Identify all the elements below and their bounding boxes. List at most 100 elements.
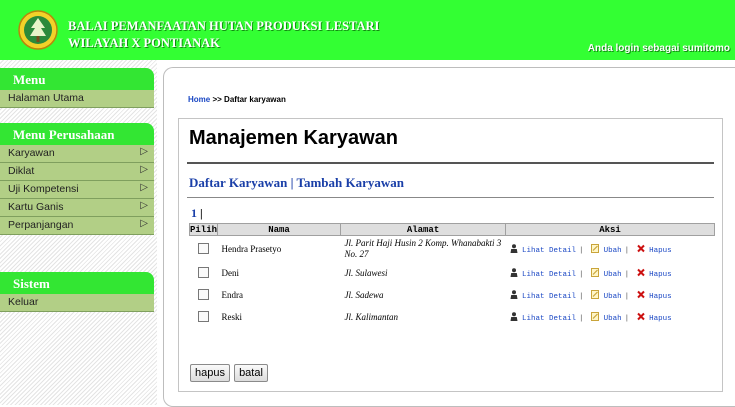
action-separator: | xyxy=(624,246,630,255)
sidebar-item-label: Halaman Utama xyxy=(8,92,84,104)
hapus-link[interactable]: Hapus xyxy=(649,247,672,255)
sidebar-item-karyawan[interactable]: Karyawan ▷ xyxy=(0,145,154,163)
delete-icon xyxy=(636,268,645,276)
sidebar-item-perpanjangan[interactable]: Perpanjangan ▷ xyxy=(0,217,154,235)
sidebar-section-menu: Menu xyxy=(0,68,154,90)
sidebar-item-keluar[interactable]: Keluar xyxy=(0,294,154,312)
sidebar-section-title: Sistem xyxy=(13,276,50,291)
column-header-nama: Nama xyxy=(217,223,342,236)
sidebar-section-sistem: Sistem xyxy=(0,272,154,294)
sidebar-item-label: Keluar xyxy=(8,296,39,308)
forest-logo-icon xyxy=(18,10,58,50)
employee-table: Pilih Nama Alamat Aksi Hendra Prasetyo J… xyxy=(188,223,715,328)
user-icon xyxy=(510,267,518,277)
daftar-karyawan-link[interactable]: Daftar Karyawan xyxy=(189,175,287,190)
row-checkbox[interactable] xyxy=(198,310,209,322)
lihat-detail-link[interactable]: Lihat Detail xyxy=(522,247,576,255)
action-separator: | xyxy=(624,292,630,301)
sidebar-item-kartu-ganis[interactable]: Kartu Ganis ▷ xyxy=(0,199,154,217)
action-separator: | xyxy=(624,270,630,279)
hapus-link[interactable]: Hapus xyxy=(649,293,672,301)
table-row: Hendra Prasetyo Jl. Parit Haji Husin 2 K… xyxy=(190,236,715,263)
org-name-line1: BALAI PEMANFAATAN HUTAN PRODUKSI LESTARI xyxy=(68,19,380,33)
row-checkbox[interactable] xyxy=(198,288,209,300)
action-separator: | xyxy=(624,314,630,323)
chevron-right-icon: ▷ xyxy=(140,146,148,157)
ubah-link[interactable]: Ubah xyxy=(604,247,622,255)
edit-icon xyxy=(591,311,600,321)
user-icon xyxy=(510,289,518,299)
edit-icon xyxy=(591,289,600,299)
org-name-line2: WILAYAH X PONTIANAK xyxy=(68,36,220,50)
cell-nama: Deni xyxy=(221,268,240,278)
chevron-right-icon: ▷ xyxy=(140,182,148,193)
table-row: Deni Jl. Sulawesi Lihat Detail | Ubah | Ha… xyxy=(190,262,715,284)
pagination: 1 | xyxy=(191,206,203,221)
chevron-right-icon: ▷ xyxy=(140,164,148,175)
tambah-karyawan-link[interactable]: Tambah Karyawan xyxy=(296,175,404,190)
cell-aksi: Lihat Detail | Ubah | Hapus xyxy=(506,306,715,328)
hapus-link[interactable]: Hapus xyxy=(649,271,672,279)
breadcrumb: Home >> Daftar karyawan xyxy=(188,95,286,104)
cell-alamat: Jl. Parit Haji Husin 2 Komp. Whanabakti … xyxy=(344,238,502,259)
delete-icon xyxy=(636,312,645,320)
table-header-row: Pilih Nama Alamat Aksi xyxy=(188,223,715,236)
sub-navigation: Daftar Karyawan | Tambah Karyawan xyxy=(189,175,404,191)
cell-alamat: Jl. Sadewa xyxy=(344,289,384,300)
ubah-link[interactable]: Ubah xyxy=(604,293,622,301)
sidebar-section-title: Menu Perusahaan xyxy=(13,127,115,142)
chevron-right-icon: ▷ xyxy=(140,218,148,229)
breadcrumb-separator: >> xyxy=(212,95,222,104)
sidebar: Menu Halaman Utama Menu Perusahaan Karya… xyxy=(0,60,157,405)
edit-icon xyxy=(591,267,600,277)
sidebar-item-label: Perpanjangan xyxy=(8,219,74,231)
action-separator: | xyxy=(579,246,584,255)
user-icon xyxy=(510,243,518,253)
page-link-1[interactable]: 1 xyxy=(191,206,197,220)
hapus-button[interactable]: hapus xyxy=(190,364,230,382)
edit-icon xyxy=(591,243,600,253)
row-checkbox[interactable] xyxy=(198,266,209,278)
lihat-detail-link[interactable]: Lihat Detail xyxy=(522,271,576,279)
subnav-divider xyxy=(187,197,714,198)
ubah-link[interactable]: Ubah xyxy=(604,315,622,323)
action-separator: | xyxy=(579,270,584,279)
breadcrumb-home-link[interactable]: Home xyxy=(188,95,210,104)
cell-alamat: Jl. Sulawesi xyxy=(344,267,388,278)
ubah-link[interactable]: Ubah xyxy=(604,271,622,279)
sidebar-item-halaman-utama[interactable]: Halaman Utama xyxy=(0,90,154,108)
title-divider xyxy=(187,162,714,164)
column-header-alamat: Alamat xyxy=(340,223,507,236)
table-row: Reski Jl. Kalimantan Lihat Detail | Ubah |… xyxy=(190,306,715,328)
hapus-link[interactable]: Hapus xyxy=(649,315,672,323)
login-status: Anda login sebagai sumitomo xyxy=(587,43,730,54)
table-row: Endra Jl. Sadewa Lihat Detail | Ubah | Hap… xyxy=(190,284,715,306)
action-separator: | xyxy=(579,314,584,323)
main-content: Home >> Daftar karyawan Manajemen Karyaw… xyxy=(163,67,735,407)
breadcrumb-current: Daftar karyawan xyxy=(224,95,286,104)
page-title: Manajemen Karyawan xyxy=(189,127,398,149)
sidebar-item-diklat[interactable]: Diklat ▷ xyxy=(0,163,154,181)
sidebar-item-uji-kompetensi[interactable]: Uji Kompetensi ▷ xyxy=(0,181,154,199)
employee-panel: Manajemen Karyawan Daftar Karyawan | Tam… xyxy=(178,118,723,392)
sidebar-item-label: Diklat xyxy=(8,165,35,177)
column-header-pilih: Pilih xyxy=(188,223,219,236)
cell-alamat: Jl. Kalimantan xyxy=(344,311,399,322)
action-separator: | xyxy=(579,292,584,301)
subnav-separator: | xyxy=(290,175,294,190)
lihat-detail-link[interactable]: Lihat Detail xyxy=(522,293,576,301)
cell-aksi: Lihat Detail | Ubah | Hapus xyxy=(506,284,715,306)
delete-icon xyxy=(636,290,645,298)
cell-aksi: Lihat Detail | Ubah | Hapus xyxy=(506,262,715,284)
pagination-separator: | xyxy=(200,206,203,220)
row-checkbox[interactable] xyxy=(198,242,209,254)
delete-icon xyxy=(636,244,645,252)
cell-nama: Reski xyxy=(221,312,243,322)
cell-aksi: Lihat Detail | Ubah | Hapus xyxy=(506,236,715,263)
sidebar-item-label: Karyawan xyxy=(8,147,55,159)
lihat-detail-link[interactable]: Lihat Detail xyxy=(522,315,576,323)
user-icon xyxy=(510,311,518,321)
batal-button[interactable]: batal xyxy=(234,364,268,382)
sidebar-item-label: Kartu Ganis xyxy=(8,201,64,213)
cell-nama: Endra xyxy=(221,290,244,300)
